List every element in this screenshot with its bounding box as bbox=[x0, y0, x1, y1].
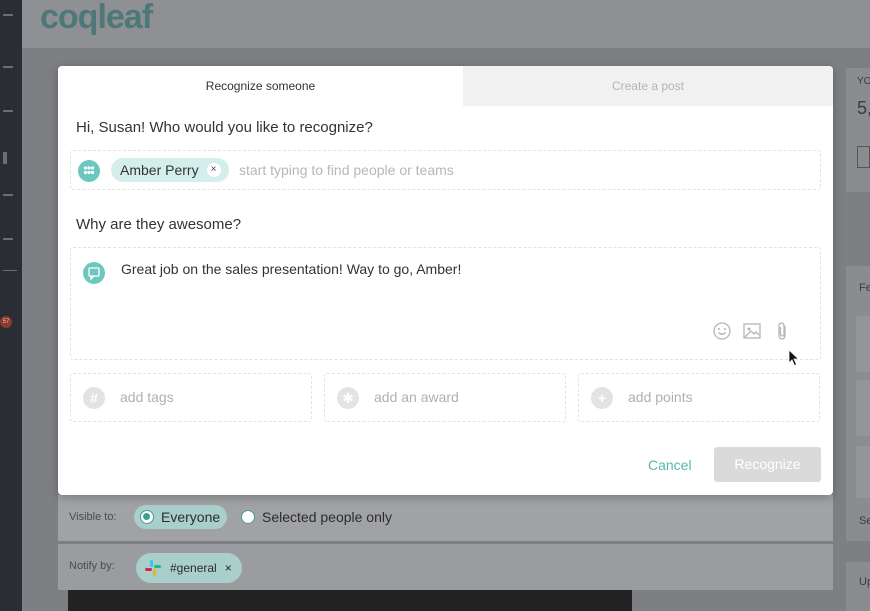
message-text[interactable]: Great job on the sales presentation! Way… bbox=[121, 261, 461, 277]
remove-recipient-icon[interactable]: × bbox=[206, 163, 221, 177]
add-tags-field[interactable]: # add tags bbox=[70, 373, 312, 422]
add-points-label: add points bbox=[628, 389, 693, 405]
cancel-button[interactable]: Cancel bbox=[648, 457, 692, 473]
radio-selected-icon bbox=[140, 510, 154, 524]
visibility-option-selected-people[interactable]: Selected people only bbox=[235, 505, 399, 529]
visibility-label: Visible to: bbox=[69, 511, 117, 523]
remove-channel-icon[interactable]: × bbox=[225, 561, 232, 575]
add-award-label: add an award bbox=[374, 389, 459, 405]
right-panel-label-2: Se bbox=[859, 515, 870, 527]
message-field[interactable]: Great job on the sales presentation! Way… bbox=[70, 247, 821, 360]
award-icon: ✱ bbox=[337, 387, 359, 409]
add-award-field[interactable]: ✱ add an award bbox=[324, 373, 566, 422]
tab-create-post[interactable]: Create a post bbox=[463, 66, 833, 106]
right-panel-label-3: Up bbox=[859, 576, 870, 588]
people-icon bbox=[78, 160, 100, 182]
recipient-prompt: Hi, Susan! Who would you like to recogni… bbox=[76, 119, 373, 136]
feed-photo bbox=[68, 590, 632, 611]
notify-label: Notify by: bbox=[69, 560, 115, 572]
radio-unselected-icon bbox=[241, 510, 255, 524]
add-tags-label: add tags bbox=[120, 389, 174, 405]
notify-bar: Notify by: #general × bbox=[58, 544, 833, 590]
notify-channel-name: #general bbox=[170, 561, 217, 575]
recognize-modal: Recognize someone Create a post Hi, Susa… bbox=[58, 66, 833, 495]
add-points-field[interactable]: + add points bbox=[578, 373, 820, 422]
notify-channel-chip[interactable]: #general × bbox=[136, 553, 242, 583]
recognize-button[interactable]: Recognize bbox=[714, 447, 821, 482]
notification-badge: 57 bbox=[0, 316, 12, 328]
visibility-option-label: Everyone bbox=[161, 509, 221, 525]
mouse-cursor-icon bbox=[788, 349, 800, 367]
emoji-icon[interactable] bbox=[711, 320, 733, 342]
right-card-value: 5, bbox=[857, 98, 870, 118]
right-panel-label-1: Fe bbox=[859, 282, 870, 294]
tab-recognize-someone[interactable]: Recognize someone bbox=[58, 66, 463, 106]
recipient-field[interactable]: Amber Perry × start typing to find peopl… bbox=[70, 150, 821, 190]
paperclip-icon[interactable] bbox=[772, 320, 794, 342]
recipient-chip-label: Amber Perry bbox=[120, 162, 199, 178]
recipient-chip[interactable]: Amber Perry × bbox=[111, 158, 229, 182]
slack-icon bbox=[145, 560, 161, 576]
hashtag-icon: # bbox=[83, 387, 105, 409]
image-icon[interactable] bbox=[741, 320, 763, 342]
plus-icon: + bbox=[591, 387, 613, 409]
modal-tabs: Recognize someone Create a post bbox=[58, 66, 833, 106]
visibility-bar: Visible to: Everyone Selected people onl… bbox=[58, 495, 833, 541]
app-logo: coqleaf bbox=[40, 0, 153, 36]
visibility-option-label: Selected people only bbox=[262, 509, 392, 525]
recipient-search-input[interactable]: start typing to find people or teams bbox=[239, 158, 454, 182]
right-card-title: YO bbox=[857, 76, 870, 87]
message-prompt: Why are they awesome? bbox=[76, 216, 242, 233]
app-sidebar: 57 bbox=[0, 0, 22, 611]
visibility-option-everyone[interactable]: Everyone bbox=[134, 505, 228, 529]
speech-bubble-icon bbox=[83, 262, 105, 284]
